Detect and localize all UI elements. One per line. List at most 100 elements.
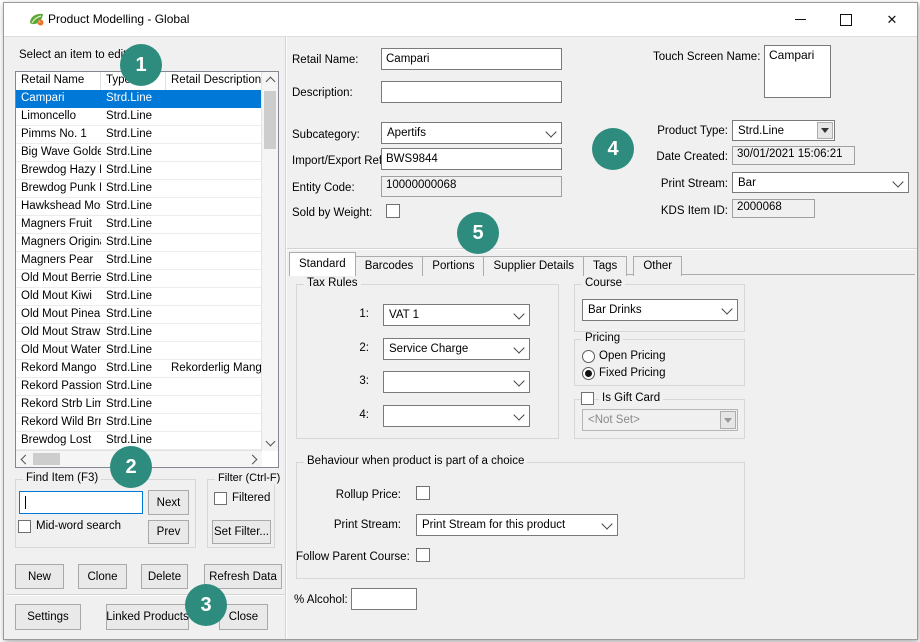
list-item-name: Brewdog Hazy IF — [16, 162, 101, 179]
refresh-data-button[interactable]: Refresh Data — [204, 564, 282, 589]
touch-screen-name-input[interactable]: Campari — [764, 45, 831, 98]
clone-button[interactable]: Clone — [78, 564, 127, 589]
list-item-name: Rekord Wild Brry — [16, 414, 101, 431]
chevron-down-icon — [513, 375, 524, 386]
product-list: Retail NameTypeRetail Description Campar… — [15, 71, 279, 468]
annotation-badge-1: 1 — [120, 44, 162, 86]
list-item[interactable]: Pimms No. 1Strd.Line — [16, 126, 262, 144]
find-next-button[interactable]: Next — [148, 490, 189, 515]
chevron-down-icon — [265, 437, 275, 447]
choice-print-stream-label: Print Stream: — [296, 519, 401, 531]
description-input[interactable] — [381, 81, 562, 103]
retail-name-input[interactable] — [381, 48, 562, 70]
list-item-description — [166, 216, 262, 233]
print-stream-select[interactable]: Bar — [732, 172, 909, 193]
tab-barcodes[interactable]: Barcodes — [355, 256, 424, 276]
mid-word-search-label: Mid-word search — [36, 520, 121, 532]
pricing-radio-fixed-pricing[interactable] — [582, 367, 595, 380]
chevron-down-icon — [601, 518, 612, 529]
app-logo-icon — [28, 11, 45, 28]
list-item-type: Strd.Line — [101, 180, 166, 197]
alcohol-input[interactable] — [351, 588, 417, 610]
tab-other[interactable]: Other — [633, 256, 682, 276]
scroll-right-button[interactable] — [246, 451, 262, 467]
pricing-radio-open-pricing[interactable] — [582, 350, 595, 363]
import-export-input[interactable] — [381, 148, 562, 170]
list-item-type: Strd.Line — [101, 108, 166, 125]
list-item[interactable]: CampariStrd.Line — [16, 90, 262, 108]
scroll-up-button[interactable] — [262, 72, 278, 88]
find-prev-button[interactable]: Prev — [148, 520, 189, 544]
horizontal-scroll-thumb[interactable] — [33, 453, 60, 465]
list-item[interactable]: Rekord MangoStrd.LineRekorderlig Mango &… — [16, 360, 262, 378]
list-item-description — [166, 180, 262, 197]
minimize-button[interactable] — [777, 3, 823, 36]
scroll-down-button[interactable] — [262, 435, 278, 451]
list-item[interactable]: Big Wave GoldeStrd.Line — [16, 144, 262, 162]
new-button[interactable]: New — [15, 564, 64, 589]
choice-print-stream-select[interactable]: Print Stream for this product — [416, 514, 618, 536]
list-item[interactable]: Brewdog Hazy IFStrd.Line — [16, 162, 262, 180]
list-item[interactable]: Brewdog Punk IIStrd.Line — [16, 180, 262, 198]
list-item[interactable]: Magners FruitStrd.Line — [16, 216, 262, 234]
list-item-name: Campari — [16, 90, 101, 107]
scroll-left-button[interactable] — [16, 451, 32, 467]
list-item[interactable]: Magners PearStrd.Line — [16, 252, 262, 270]
list-item-description — [166, 414, 262, 431]
list-item[interactable]: Old Mout KiwiStrd.Line — [16, 288, 262, 306]
settings-button[interactable]: Settings — [15, 604, 81, 630]
tax-rule-select-3[interactable] — [383, 371, 530, 393]
list-item-description — [166, 126, 262, 143]
close-icon: ✕ — [887, 13, 898, 26]
close-window-button[interactable]: ✕ — [869, 3, 915, 36]
tax-rule-select-1[interactable]: VAT 1 — [383, 304, 530, 326]
set-filter-button[interactable]: Set Filter... — [212, 520, 271, 544]
tab-standard[interactable]: Standard — [289, 252, 356, 276]
panel-divider — [285, 36, 287, 639]
list-item-type: Strd.Line — [101, 252, 166, 269]
vertical-scrollbar[interactable] — [261, 72, 278, 451]
is-gift-card-checkbox[interactable] — [581, 392, 594, 405]
annotation-badge-5: 5 — [457, 212, 499, 254]
list-item[interactable]: Hawkshead MosStrd.Line — [16, 198, 262, 216]
dropdown-arrow-icon — [720, 411, 736, 429]
tax-rule-select-2[interactable]: Service Charge — [383, 338, 530, 360]
sold-by-weight-checkbox[interactable] — [386, 204, 400, 218]
list-item-description — [166, 252, 262, 269]
list-item[interactable]: Rekord Wild BrryStrd.Line — [16, 414, 262, 432]
mid-word-search-checkbox[interactable] — [18, 520, 31, 533]
vertical-scroll-thumb[interactable] — [264, 91, 276, 149]
list-item[interactable]: Rekord PassionStrd.Line — [16, 378, 262, 396]
tab-tags[interactable]: Tags — [583, 256, 627, 276]
list-item[interactable]: Rekord Strb LimStrd.Line — [16, 396, 262, 414]
list-item[interactable]: Magners OriginaStrd.Line — [16, 234, 262, 252]
maximize-button[interactable] — [823, 3, 869, 36]
tax-rule-label-2: 2: — [296, 342, 369, 354]
list-item-name: Old Mout Waterr — [16, 342, 101, 359]
kds-item-id-field: 2000068 — [732, 199, 815, 218]
list-item-description — [166, 198, 262, 215]
list-item-description: Rekorderlig Mango & F — [166, 360, 262, 377]
is-gift-card-label: Is Gift Card — [599, 392, 663, 404]
linked-products-button[interactable]: Linked Products — [106, 604, 189, 630]
follow-parent-course-checkbox[interactable] — [416, 548, 430, 562]
tab-portions[interactable]: Portions — [422, 256, 484, 276]
rollup-price-checkbox[interactable] — [416, 486, 430, 500]
filtered-checkbox[interactable] — [214, 492, 227, 505]
subcategory-select[interactable]: Apertifs — [381, 122, 562, 144]
product-modelling-window: Product Modelling - Global ✕ Select an i… — [3, 2, 918, 640]
list-item[interactable]: Old Mout StrawbStrd.Line — [16, 324, 262, 342]
column-header-retail-description[interactable]: Retail Description — [166, 72, 262, 90]
column-header-retail-name[interactable]: Retail Name — [16, 72, 101, 90]
list-item[interactable]: LimoncelloStrd.Line — [16, 108, 262, 126]
course-select[interactable]: Bar Drinks — [582, 299, 738, 321]
list-item[interactable]: Old Mout BerriesStrd.Line — [16, 270, 262, 288]
tab-supplier-details[interactable]: Supplier Details — [483, 256, 584, 276]
find-input[interactable] — [19, 491, 143, 514]
product-type-select[interactable]: Strd.Line — [732, 120, 835, 141]
tax-rule-select-4[interactable] — [383, 405, 530, 427]
delete-button[interactable]: Delete — [141, 564, 188, 589]
list-item-description — [166, 342, 262, 359]
list-item[interactable]: Old Mout PineapStrd.Line — [16, 306, 262, 324]
list-item[interactable]: Old Mout WaterrStrd.Line — [16, 342, 262, 360]
